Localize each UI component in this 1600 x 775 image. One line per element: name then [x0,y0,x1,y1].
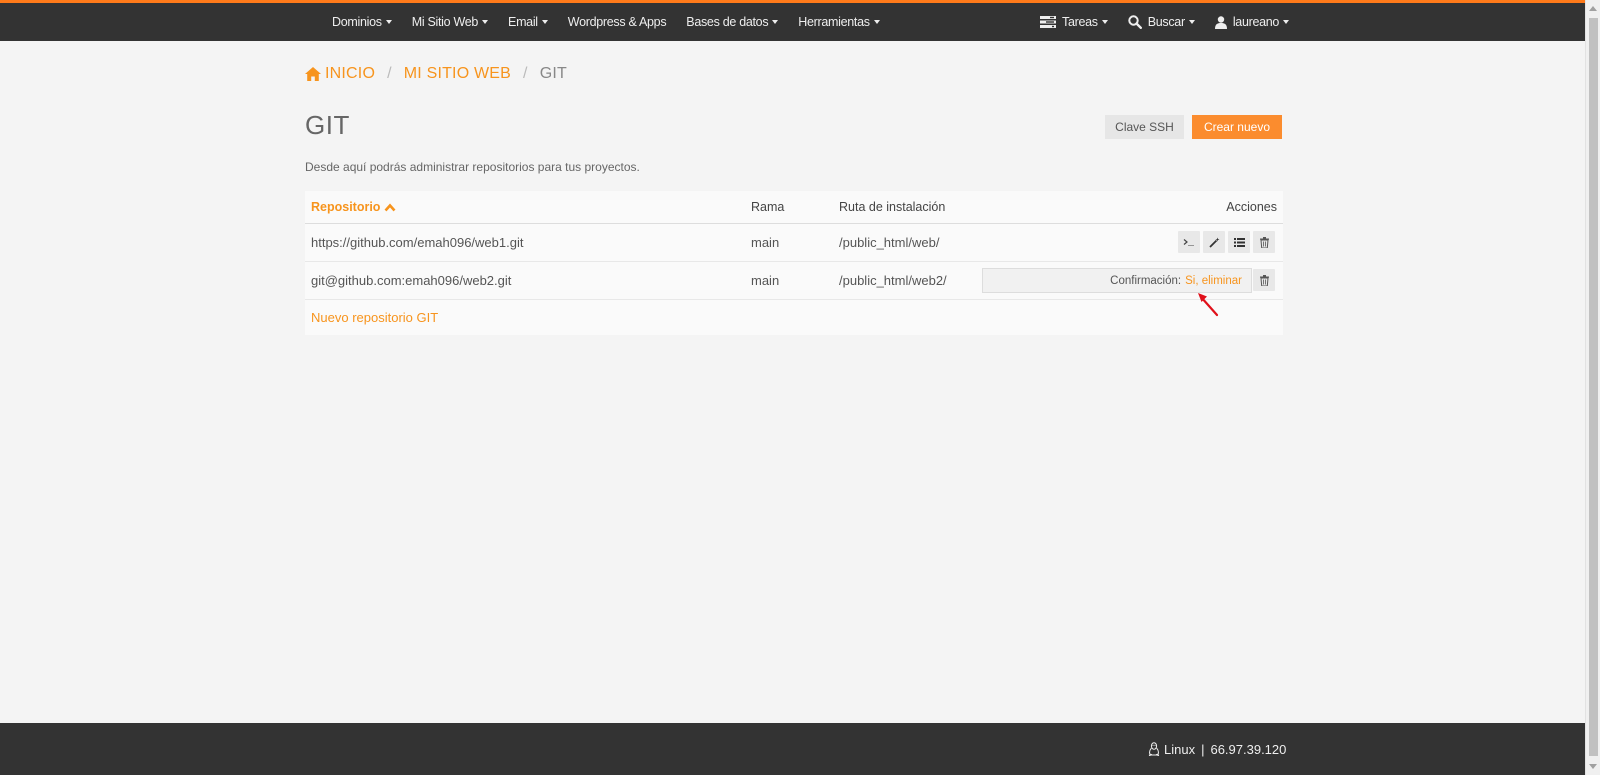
caret-down-icon [1101,20,1108,24]
table-row: https://github.com/emah096/web1.git main… [305,224,1283,262]
home-icon [305,67,321,81]
menu-label: laureano [1232,15,1280,29]
delete-button[interactable] [1253,269,1275,291]
column-header-label: Repositorio [311,200,381,214]
caret-down-icon [1283,20,1290,24]
breadcrumb-current: GIT [539,65,567,82]
menu-email[interactable]: Email [498,3,558,41]
repositories-table: Repositorio Rama Ruta de instalación Acc… [305,191,1283,335]
column-header-branch: Rama [751,200,785,214]
caret-down-icon [482,20,489,24]
trash-icon [1259,236,1269,248]
table-row: git@github.com:emah096/web2.git main /pu… [305,262,1283,300]
ssh-key-button[interactable]: Clave SSH [1105,115,1184,139]
caret-down-icon [873,20,880,24]
confirmation-label: Confirmación: [1110,274,1182,287]
page-description: Desde aquí podrás administrar repositori… [305,160,640,174]
menu-label: Bases de datos [686,15,769,29]
delete-button[interactable] [1253,231,1275,253]
annotation-arrow-icon [1198,293,1219,317]
column-header-path: Ruta de instalación [839,200,946,214]
breadcrumb-mi-sitio-web[interactable]: MI SITIO WEB [404,65,511,83]
menu-tareas[interactable]: Tareas [1030,3,1118,41]
menu-buscar[interactable]: Buscar [1118,3,1205,41]
confirm-delete-link[interactable]: Si, eliminar [1185,275,1242,287]
repo-url: git@github.com:emah096/web2.git [311,273,512,288]
table-footer-row: Nuevo repositorio GIT [305,300,1283,335]
terminal-icon [1183,238,1194,246]
menu-label: Email [508,15,538,29]
breadcrumb: INICIO / MI SITIO WEB / GIT [305,65,567,83]
caret-down-icon [541,20,548,24]
magic-wand-icon [1208,237,1219,248]
menu-wordpress-apps[interactable]: Wordpress & Apps [558,3,677,41]
repo-branch: main [751,235,780,250]
delete-confirmation: Confirmación: Si, eliminar [982,268,1252,293]
menu-label: Herramientas [798,15,870,29]
caret-down-icon [385,20,392,24]
os-label: Linux [1164,741,1196,757]
footer-separator: | [1201,741,1205,757]
breadcrumb-separator: / [523,65,528,82]
menu-label: Mi Sitio Web [411,15,479,29]
table-header: Repositorio Rama Ruta de instalación Acc… [305,191,1283,224]
page-title: GIT [305,110,350,140]
menu-herramientas[interactable]: Herramientas [788,3,889,41]
scroll-up-arrow-icon[interactable] [1589,6,1597,11]
column-header-actions: Acciones [1226,200,1277,214]
menu-mi-sitio-web[interactable]: Mi Sitio Web [402,3,498,41]
menu-usuario[interactable]: laureano [1205,3,1299,41]
menu-label: Tareas [1062,15,1098,29]
repo-path: /public_html/web/ [839,235,940,250]
menu-bases-de-datos[interactable]: Bases de datos [676,3,788,41]
new-git-repo-link[interactable]: Nuevo repositorio GIT [311,310,438,325]
search-icon [1128,15,1142,29]
server-info: Linux | 66.97.39.120 [1148,723,1286,775]
column-header-repo[interactable]: Repositorio [311,200,396,214]
tasks-icon [1040,16,1056,28]
top-navbar: Dominios Mi Sitio Web Email Wordpress & … [0,3,1585,41]
footer: Linux | 66.97.39.120 [0,723,1585,775]
menu-label: Dominios [332,15,382,29]
scroll-down-arrow-icon[interactable] [1589,764,1597,769]
trash-icon [1259,274,1269,286]
breadcrumb-home[interactable]: INICIO [305,65,375,83]
log-list-button[interactable] [1228,231,1250,253]
sort-ascending-icon [384,203,396,211]
menu-label: Wordpress & Apps [567,15,667,29]
list-icon [1233,237,1245,247]
row-actions [1250,269,1275,291]
menu-label: Buscar [1147,15,1185,29]
terminal-button[interactable] [1178,231,1200,253]
create-new-button[interactable]: Crear nuevo [1192,115,1282,139]
caret-down-icon [772,20,779,24]
vertical-scrollbar[interactable] [1585,0,1600,775]
repo-url: https://github.com/emah096/web1.git [311,235,524,250]
menu-dominios[interactable]: Dominios [322,3,402,41]
breadcrumb-separator: / [387,65,392,82]
linux-icon [1148,742,1160,756]
repo-branch: main [751,273,780,288]
breadcrumb-home-label: INICIO [325,65,376,82]
user-icon [1214,15,1227,29]
main-menu: Dominios Mi Sitio Web Email Wordpress & … [322,3,890,41]
row-actions [1175,231,1275,253]
user-menu: Tareas Buscar laureano [1030,3,1299,41]
caret-down-icon [1188,20,1195,24]
repo-path: /public_html/web2/ [839,273,947,288]
deploy-button[interactable] [1203,231,1225,253]
server-ip: 66.97.39.120 [1210,741,1287,757]
scroll-thumb[interactable] [1589,18,1598,756]
